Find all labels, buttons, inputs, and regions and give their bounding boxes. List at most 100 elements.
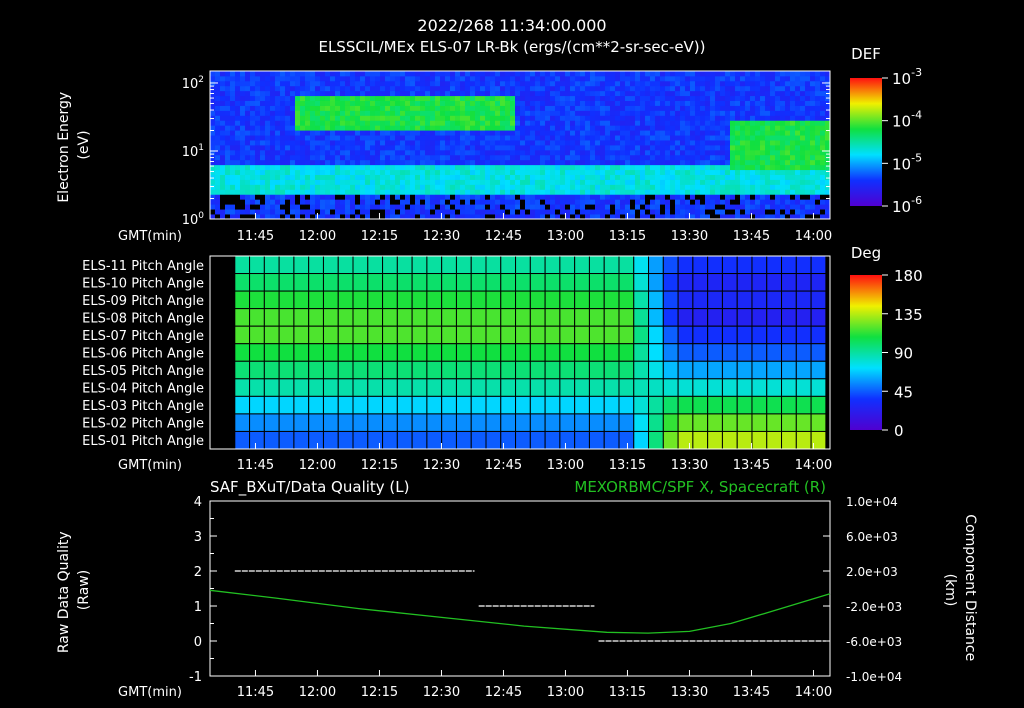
spectrogram-cell [415,100,421,106]
pitch-angle-cell [795,273,812,292]
spectrogram-cell [270,105,276,111]
spectrogram-cell [580,184,586,190]
spectrogram-cell [450,169,456,175]
spectrogram-cell [660,100,666,106]
spectrogram-cell [715,75,721,82]
spectrogram-cell [410,194,416,200]
pitch-angle-cell [367,255,384,275]
spectrogram-cell [295,90,301,97]
pitch-angle-cell [751,325,768,345]
spectrogram-cell [475,120,481,126]
spectrogram-cell [375,125,381,131]
spectrogram-cell [230,105,236,111]
pitch-angle-cell [707,290,723,310]
pitch-angle-cell [278,325,295,345]
spectrogram-cell [270,120,276,126]
spectrogram-cell [795,110,801,116]
spectrogram-cell [335,110,341,116]
spectrogram-cell [515,140,521,146]
spectrogram-cell [440,71,446,77]
pitch-angle-cell [588,273,605,292]
spectrogram-cell [540,115,546,121]
spectrogram-cell [675,140,681,146]
spectrogram-cell [555,71,561,77]
spectrogram-cell [510,189,516,195]
spectrogram-cell [345,164,351,171]
pitch-angle-cell [692,255,709,275]
pitch-angle-cell [337,255,354,275]
time-tick-label: 13:15 [609,229,646,244]
spectrogram-cell [580,164,586,171]
spectrogram-cell [560,189,566,195]
spectrogram-cell [600,149,606,156]
spectrogram-cell [470,105,476,111]
pitch-row-label: ELS-10 Pitch Angle [82,276,204,291]
spectrogram-cell [660,125,666,131]
spectrogram-cell [640,174,646,180]
spectrogram-cell [420,159,426,166]
spectrogram-cell [680,154,686,161]
spectrogram-cell [815,130,821,136]
spectrogram-cell [725,140,731,146]
spectrogram-cell [770,105,776,111]
spectrogram-cell [795,71,801,77]
spectrogram-cell [780,164,786,171]
spectrogram-cell [575,145,581,151]
spectrogram-cell [705,140,711,146]
spectrogram-cell [360,189,366,195]
spectrogram-cell [755,85,761,92]
spectrogram-cell [690,80,696,87]
spectrogram-cell [695,199,701,205]
spectrogram-cell [525,189,531,195]
spectrogram-cell [370,105,376,111]
spectrogram-cell [390,85,396,92]
spectrogram-cell [810,125,816,131]
spectrogram-cell [360,154,366,161]
spectrogram-cell [400,85,406,92]
spectrogram-cell [325,135,331,141]
spectrogram-cell [530,75,536,82]
spectrogram-cell [650,115,656,121]
spectrogram-cell [480,95,486,101]
spectrogram-cell [750,184,756,190]
time-tick-label: 13:00 [547,229,584,244]
spectrogram-cell [440,184,446,190]
spectrogram-cell [235,85,241,92]
spectrogram-cell [370,209,376,215]
spectrogram-cell [640,189,646,195]
spectrogram-cell [680,105,686,111]
spectrogram-cell [710,209,716,215]
spectrogram-cell [745,199,751,205]
spectrogram-cell [425,75,431,82]
pitch-angle-cell [766,343,783,362]
spectrogram-cell [660,154,666,161]
pitch-angle-cell [322,308,339,327]
spectrogram-cell [445,105,451,111]
pitch-angle-cell [515,290,531,310]
spectrogram-cell [750,189,756,195]
spectrogram-cell [720,105,726,111]
spectrogram-cell [585,115,591,121]
spectrogram-cell [635,204,641,210]
spectrogram-cell [505,179,511,185]
deg-colorbar-title: Deg [851,244,881,262]
spectrogram-cell [445,149,451,156]
spectrogram-cell [520,135,526,141]
pitch-angle-cell [707,378,723,397]
spectrogram-cell [420,184,426,190]
spectrogram-cell [305,189,311,195]
spectrogram-cell [590,135,596,141]
spectrogram-cell [785,199,791,205]
spectrogram-cell [605,140,611,146]
spectrogram-cell [405,95,411,101]
spectrogram-cell [500,90,506,97]
spectrogram-cell [415,140,421,146]
pitch-angle-cell [263,360,280,380]
spectrogram-cell [740,130,746,136]
spectrogram-cell [405,85,411,92]
spectrogram-cell [790,95,796,101]
spectrogram-cell [335,154,341,161]
spectrogram-cell [655,135,661,141]
spectrogram-cell [485,194,491,200]
spectrogram-cell [330,135,336,141]
